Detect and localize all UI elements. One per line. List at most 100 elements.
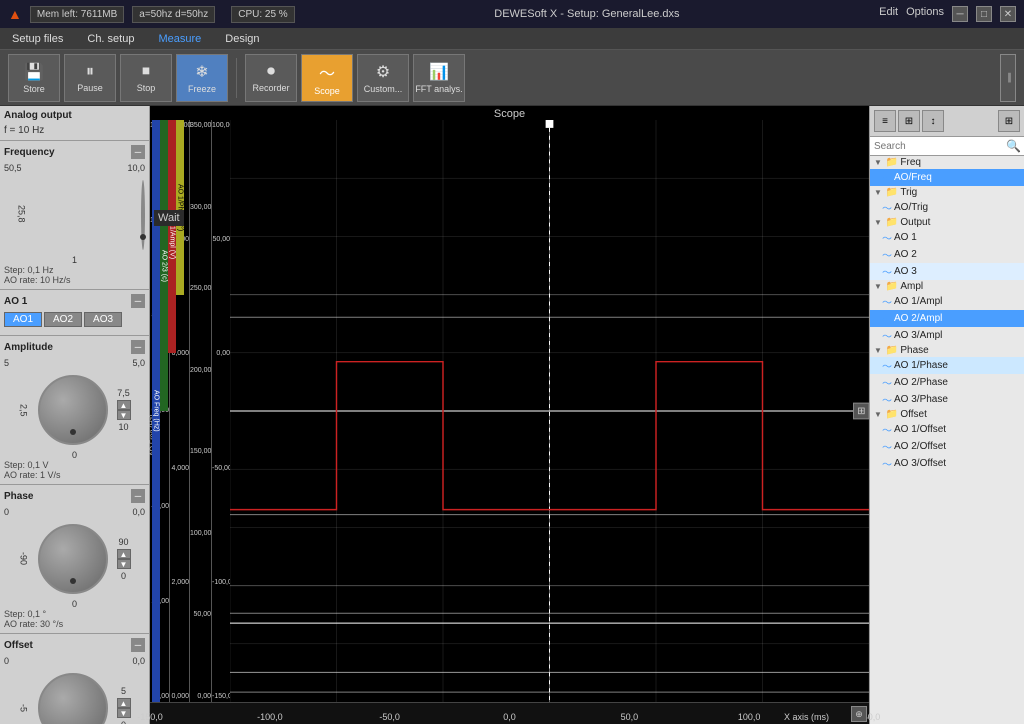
frequency-collapse-btn[interactable]: ─ xyxy=(131,145,145,159)
tree-item-ao3ampl[interactable]: 〜 AO 3/Ampl xyxy=(870,327,1024,344)
tree-item-ao-trig[interactable]: 〜 AO/Trig xyxy=(870,199,1024,216)
offset-knob-top-left: 0 xyxy=(4,656,9,666)
tree-item-ao3offset[interactable]: 〜 AO 3/Offset xyxy=(870,455,1024,472)
frequency-knob[interactable] xyxy=(141,180,145,250)
offset-up-btn[interactable]: ▲ xyxy=(117,698,131,708)
phase-section: Phase ─ 0 0,0 -90 90 xyxy=(0,485,149,634)
offset-down-btn[interactable]: ▼ xyxy=(117,708,131,718)
offset-arrow: ▼ xyxy=(874,410,882,419)
right-tb-btn-1[interactable]: ≡ xyxy=(874,110,896,132)
ampl-max-label: 7,5 xyxy=(117,388,130,398)
search-input[interactable] xyxy=(874,141,1006,152)
tree-group-output[interactable]: ▼ 📁 Output xyxy=(870,216,1024,229)
ao2-output-label: AO 2 xyxy=(894,249,917,260)
tree-item-ao-freq[interactable]: 〜 AO/Freq xyxy=(870,169,1024,186)
phase-knob-right: 90 ▲ ▼ 0 xyxy=(117,537,131,581)
phase-max-label: 90 xyxy=(118,537,128,547)
frequency-section: Frequency ─ 50,5 10,0 25,8 75,3 xyxy=(0,141,149,290)
edit-menu[interactable]: Edit xyxy=(879,6,898,22)
right-panel: ≡ ⊞ ↕ ⊞ 🔍 ▼ 📁 Freq 〜 AO/Freq ▼ 📁 xyxy=(869,106,1024,724)
right-tb-btn-4[interactable]: ⊞ xyxy=(998,110,1020,132)
tree-item-ao1offset[interactable]: 〜 AO 1/Offset xyxy=(870,421,1024,438)
freeze-label: Freeze xyxy=(188,84,216,94)
amplitude-collapse-btn[interactable]: ─ xyxy=(131,340,145,354)
search-icon: 🔍 xyxy=(1006,139,1021,153)
options-menu[interactable]: Options xyxy=(906,6,944,22)
ao-trig-label: AO/Trig xyxy=(894,202,928,213)
ao1-section: AO 1 ─ AO1 AO2 AO3 xyxy=(0,290,149,336)
tree-group-ampl[interactable]: ▼ 📁 Ampl xyxy=(870,280,1024,293)
tree-group-freq[interactable]: ▼ 📁 Freq xyxy=(870,156,1024,169)
offset-knob-row: -5 5 ▲ ▼ 0 xyxy=(19,668,131,724)
recorder-button[interactable]: ⏺ Recorder xyxy=(245,54,297,102)
phase-knob[interactable] xyxy=(38,524,108,594)
yaxis-ao1ampl-50: 50,00 xyxy=(190,611,211,618)
tree-group-offset[interactable]: ▼ 📁 Offset xyxy=(870,408,1024,421)
yaxis-ao-freq-40: 40,00 xyxy=(150,503,169,510)
ao1offset-wave-icon: 〜 xyxy=(882,422,892,437)
ao1-output-label: AO 1 xyxy=(894,232,917,243)
phase-up-btn[interactable]: ▲ xyxy=(117,549,131,559)
scope-button[interactable]: 〜 Scope xyxy=(301,54,353,102)
ampl-knob-right: 7,5 ▲ ▼ 10 xyxy=(117,388,131,432)
menu-item-setup-files[interactable]: Setup files xyxy=(8,31,67,47)
ao3-wave-icon: 〜 xyxy=(882,264,892,279)
offset-knob[interactable] xyxy=(38,673,108,724)
stop-button[interactable]: ⏹ Stop xyxy=(120,54,172,102)
fft-button[interactable]: 📊 FFT analys. xyxy=(413,54,465,102)
store-button[interactable]: 💾 Store xyxy=(8,54,60,102)
right-tb-btn-3[interactable]: ↕ xyxy=(922,110,944,132)
maximize-button[interactable]: □ xyxy=(976,6,992,22)
amplitude-knob-container: 5 5,0 2,5 7,5 ▲ ▼ xyxy=(4,358,145,480)
store-label: Store xyxy=(23,84,45,94)
ao1-tab[interactable]: AO1 xyxy=(4,312,42,327)
ampl-down-btn[interactable]: ▼ xyxy=(117,410,131,420)
tree-item-ao1ampl[interactable]: 〜 AO 1/Ampl xyxy=(870,293,1024,310)
menu-item-ch-setup[interactable]: Ch. setup xyxy=(83,31,138,47)
ampl-up-btn[interactable]: ▲ xyxy=(117,400,131,410)
right-tb-btn-2[interactable]: ⊞ xyxy=(898,110,920,132)
phase-down-btn[interactable]: ▼ xyxy=(117,559,131,569)
pause-label: Pause xyxy=(77,83,103,93)
minimize-button[interactable]: ─ xyxy=(952,6,968,22)
phase-collapse-btn[interactable]: ─ xyxy=(131,489,145,503)
freq-display: f = 10 Hz xyxy=(4,125,145,136)
yaxis-ao1phase-100: 100,00 xyxy=(212,122,230,129)
ao3-tab[interactable]: AO3 xyxy=(84,312,122,327)
yaxis-ao1ampl-150: 150,00 xyxy=(190,448,211,455)
tree-item-ao2ampl[interactable]: 〜 AO 2/Ampl xyxy=(870,310,1024,327)
amplitude-knob-labels: 5 5,0 xyxy=(4,358,145,368)
frequency-knob-dot xyxy=(140,234,146,240)
offset-collapse-btn[interactable]: ─ xyxy=(131,638,145,652)
tree-item-ao3[interactable]: 〜 AO 3 xyxy=(870,263,1024,280)
freeze-icon: ❄ xyxy=(195,62,208,82)
close-button[interactable]: ✕ xyxy=(1000,6,1016,22)
ao-tabs: AO1 AO2 AO3 xyxy=(4,312,145,327)
ao2-tab[interactable]: AO2 xyxy=(44,312,82,327)
tree-item-ao2offset[interactable]: 〜 AO 2/Offset xyxy=(870,438,1024,455)
menu-item-measure[interactable]: Measure xyxy=(154,31,205,47)
phase-ao-rate: AO rate: 30 °/s xyxy=(4,619,145,629)
custom-button[interactable]: ⚙ Custom... xyxy=(357,54,409,102)
yaxis-ao23-2: 2,000 xyxy=(170,579,189,586)
amplitude-knob[interactable] xyxy=(38,375,108,445)
pause-button[interactable]: ⏸ Pause xyxy=(64,54,116,102)
ao1-collapse-btn[interactable]: ─ xyxy=(131,294,145,308)
audio-level-indicator[interactable]: ▐ xyxy=(1000,54,1016,102)
main-area: Analog output f = 10 Hz Frequency ─ 50,5… xyxy=(0,106,1024,724)
freeze-button[interactable]: ❄ Freeze xyxy=(176,54,228,102)
tree-group-trig[interactable]: ▼ 📁 Trig xyxy=(870,186,1024,199)
tree-group-phase[interactable]: ▼ 📁 Phase xyxy=(870,344,1024,357)
tree-item-ao2[interactable]: 〜 AO 2 xyxy=(870,246,1024,263)
menu-item-design[interactable]: Design xyxy=(221,31,263,47)
phase-knob-labels: 0 0,0 xyxy=(4,507,145,517)
tree-item-ao1[interactable]: 〜 AO 1 xyxy=(870,229,1024,246)
tree-item-ao1phase[interactable]: 〜 AO 1/Phase xyxy=(870,357,1024,374)
yaxis-ao23-8: 8,000 xyxy=(170,236,189,243)
scope-expand-button[interactable]: ⊕ xyxy=(851,706,867,722)
tree-item-ao2phase[interactable]: 〜 AO 2/Phase xyxy=(870,374,1024,391)
tree-item-ao3phase[interactable]: 〜 AO 3/Phase xyxy=(870,391,1024,408)
ao2phase-wave-icon: 〜 xyxy=(882,375,892,390)
frequency-title: Frequency xyxy=(4,147,55,158)
mem-info: Mem left: 7611MB xyxy=(30,6,124,23)
